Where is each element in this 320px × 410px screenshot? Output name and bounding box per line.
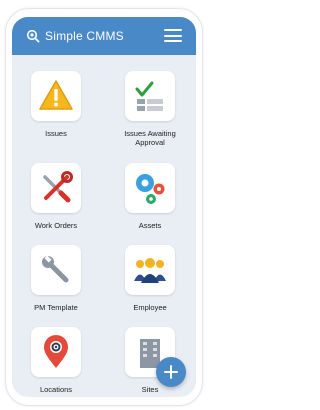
- tile-label: Locations: [39, 385, 73, 394]
- tile-issues[interactable]: Issues: [16, 71, 96, 138]
- people-group-icon: [134, 258, 166, 283]
- tile-label: Sites: [141, 385, 159, 394]
- tile-issues-awaiting-approval[interactable]: Issues Awaiting Approval: [110, 71, 190, 147]
- app-screen: Simple CMMS Issues Issues Awaiting Appro…: [12, 17, 196, 397]
- gears-icon: [136, 174, 165, 204]
- tile-locations[interactable]: Locations: [16, 327, 96, 394]
- tile-employee[interactable]: Employee: [110, 245, 190, 312]
- menu-icon[interactable]: [164, 29, 182, 42]
- logo-icon: [26, 29, 40, 43]
- approval-checklist-icon: [135, 81, 163, 111]
- tile-pm-template[interactable]: PM Template: [16, 245, 96, 312]
- brand: Simple CMMS: [26, 29, 124, 43]
- phone-frame: Simple CMMS Issues Issues Awaiting Appro…: [5, 8, 203, 406]
- tile-label: Work Orders: [34, 221, 78, 230]
- tile-label: PM Template: [34, 303, 78, 312]
- app-title: Simple CMMS: [45, 29, 124, 43]
- plus-icon: [164, 365, 178, 379]
- tile-assets[interactable]: Assets: [110, 163, 190, 230]
- tile-label: Employee: [133, 303, 167, 312]
- add-button[interactable]: [156, 357, 186, 387]
- wrench-icon: [42, 255, 69, 283]
- warning-triangle-icon: [39, 80, 73, 110]
- app-header: Simple CMMS: [12, 17, 196, 55]
- location-pin-gear-icon: [44, 335, 68, 368]
- tile-work-orders[interactable]: Work Orders: [16, 163, 96, 230]
- tile-label: Issues: [45, 129, 67, 138]
- tools-wrench-screwdriver-icon: [43, 171, 73, 203]
- tile-label: Assets: [138, 221, 162, 230]
- tile-label: Issues Awaiting Approval: [124, 129, 176, 147]
